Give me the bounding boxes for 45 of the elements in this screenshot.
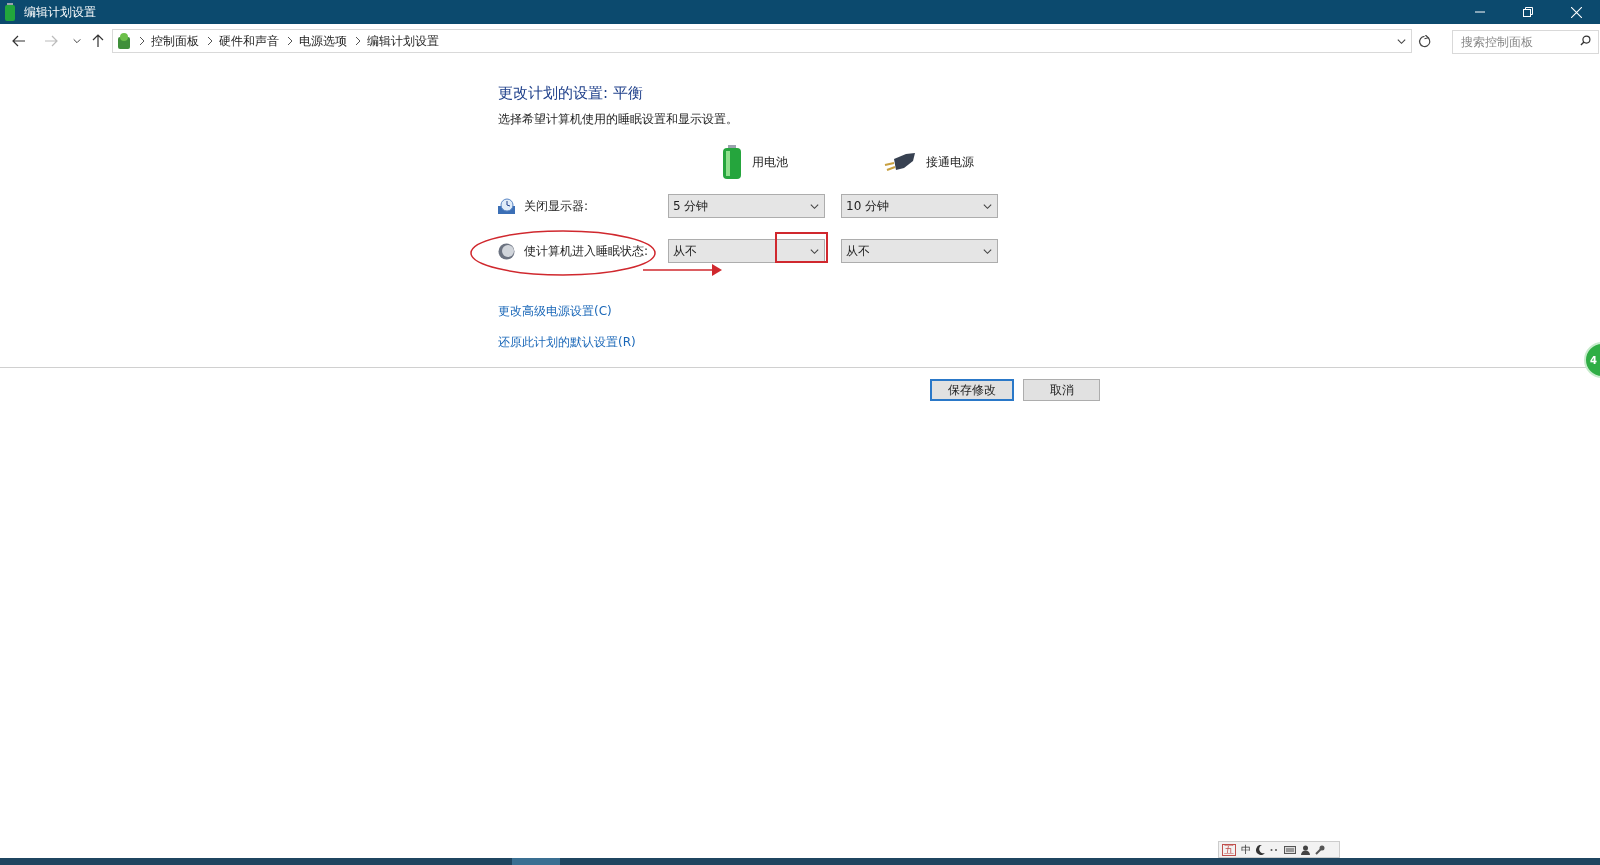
keyboard-icon[interactable]	[1284, 845, 1296, 854]
cancel-button[interactable]: 取消	[1023, 379, 1100, 401]
save-button[interactable]: 保存修改	[930, 379, 1014, 401]
ime-button[interactable]: 中	[1241, 844, 1251, 855]
up-icon[interactable]	[92, 34, 104, 48]
window-title: 编辑计划设置	[24, 4, 96, 21]
setting-label: 使计算机进入睡眠状态:	[524, 243, 649, 260]
chevron-icon	[355, 37, 361, 45]
setting-label: 关闭显示器:	[524, 198, 589, 215]
dropdown[interactable]: 5 分钟	[668, 194, 825, 218]
search-field[interactable]: 搜索控制面板	[1452, 29, 1599, 54]
description-text: 选择希望计算机使用的睡眠设置和显示设置。	[498, 111, 739, 128]
breadcrumb-item[interactable]: 硬件和声音	[219, 32, 279, 50]
battery-icon	[721, 145, 742, 179]
restore-icon[interactable]	[1523, 7, 1533, 17]
annotation-rectangle	[775, 232, 828, 263]
moon-icon[interactable]	[1256, 844, 1265, 855]
address-bar[interactable]: 控制面板 硬件和声音 电源选项 编辑计划设置	[112, 29, 1412, 53]
breadcrumb-item[interactable]: 编辑计划设置	[367, 32, 439, 50]
refresh-icon[interactable]	[1417, 34, 1431, 48]
wrench-icon[interactable]	[1315, 844, 1325, 855]
breadcrumb-item[interactable]: 控制面板	[151, 32, 199, 50]
link[interactable]: 更改高级电源设置(C)	[498, 302, 612, 320]
breadcrumb-item[interactable]: 电源选项	[299, 32, 347, 50]
chevron-icon	[287, 37, 293, 45]
column-header: 用电池	[751, 154, 788, 171]
dropdown[interactable]: 10 分钟	[841, 194, 998, 218]
dropdown[interactable]: 从不	[841, 239, 998, 263]
close-icon[interactable]	[1570, 6, 1582, 18]
user-icon[interactable]	[1301, 844, 1310, 855]
page-heading: 更改计划的设置: 平衡	[498, 83, 644, 104]
search-icon[interactable]	[1580, 34, 1591, 46]
column-header: 接通电源	[925, 154, 974, 171]
moon-icon	[498, 242, 515, 260]
punctuation-icon[interactable]	[1270, 846, 1279, 853]
chevron-icon	[207, 37, 213, 45]
back-icon[interactable]	[12, 35, 26, 47]
control-panel-icon	[115, 32, 133, 50]
ime-button[interactable]: 五	[1222, 843, 1236, 856]
dropdown[interactable]: 从不	[668, 239, 825, 263]
chevron-icon	[139, 37, 145, 45]
link[interactable]: 还原此计划的默认设置(R)	[498, 333, 636, 351]
battery-icon	[4, 3, 16, 21]
monitor-clock-icon	[498, 197, 515, 215]
dropdown-icon[interactable]	[72, 36, 82, 46]
